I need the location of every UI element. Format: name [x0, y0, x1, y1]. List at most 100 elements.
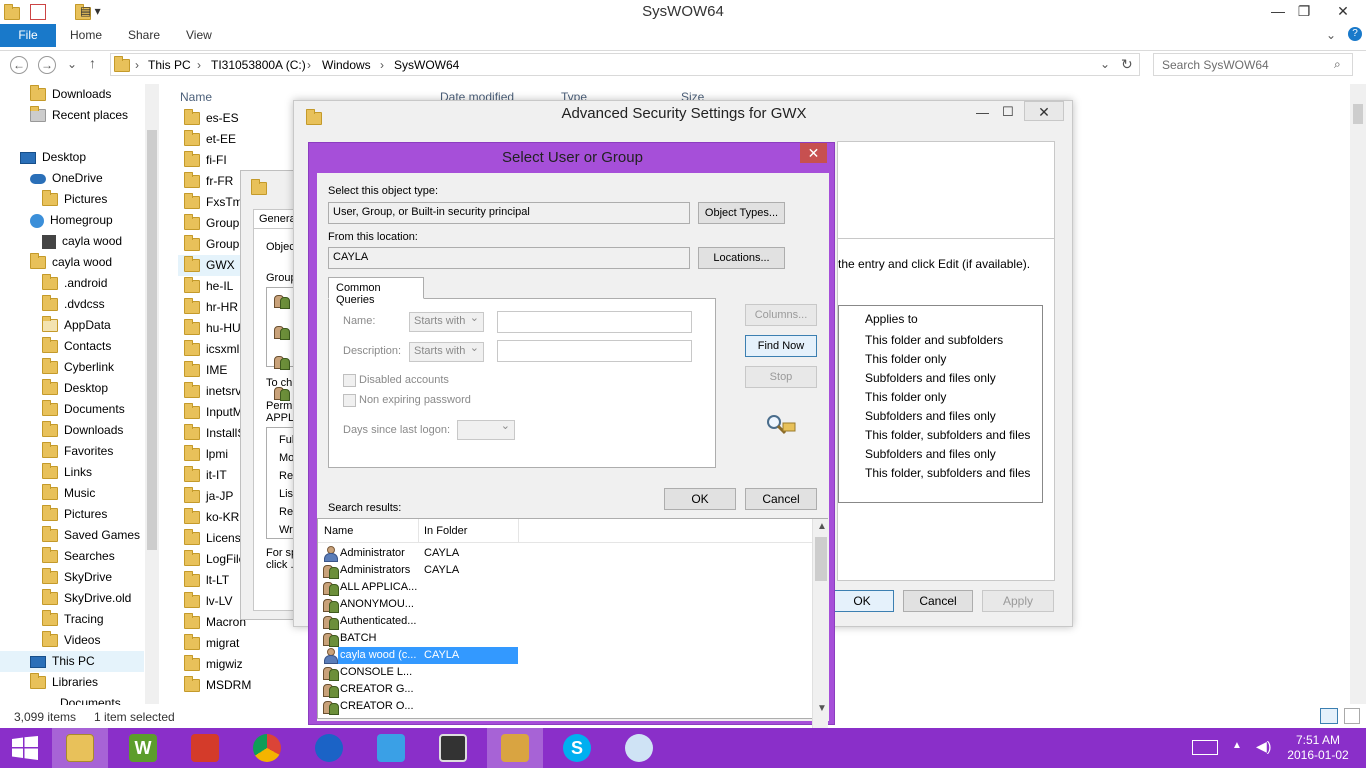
help-icon[interactable]: ?: [1348, 27, 1362, 41]
result-row[interactable]: ALL APPLICA...: [318, 579, 813, 596]
file-item[interactable]: fr-FR: [184, 171, 233, 192]
file-list-scrollbar[interactable]: [1350, 84, 1366, 704]
nav-item-cayla-wood-homegroup[interactable]: cayla wood: [0, 231, 144, 252]
result-row[interactable]: CONSOLE L...: [318, 664, 813, 681]
nav-item-favorites[interactable]: Favorites: [0, 441, 144, 462]
details-view-icon[interactable]: [1320, 708, 1338, 724]
nav-item-pictures[interactable]: Pictures: [0, 189, 144, 210]
nav-item-downloads[interactable]: Downloads: [0, 84, 144, 105]
file-item[interactable]: InputM: [184, 402, 243, 423]
start-button[interactable]: [0, 728, 56, 768]
nav-scrollbar[interactable]: [145, 84, 159, 704]
nav-item-this-pc[interactable]: This PC: [0, 651, 144, 672]
breadcrumb-this-pc[interactable]: This PC: [148, 58, 191, 72]
result-row[interactable]: Administrators CAYLA: [318, 562, 813, 579]
non-expiring-checkbox[interactable]: [343, 394, 356, 407]
nav-item-dvdcss[interactable]: .dvdcss: [0, 294, 144, 315]
file-item[interactable]: he-IL: [184, 276, 233, 297]
file-item[interactable]: inetsrv: [184, 381, 241, 402]
file-item[interactable]: LogFile: [184, 549, 245, 570]
breadcrumb-windows[interactable]: Windows: [322, 58, 371, 72]
results-column-folder[interactable]: In Folder: [424, 525, 467, 537]
breadcrumb-syswow64[interactable]: SysWOW64: [394, 58, 459, 72]
file-item[interactable]: GroupP: [184, 213, 247, 234]
search-results-list[interactable]: Name In Folder Administrator CAYLA Admini…: [317, 518, 828, 748]
taskbar-file-explorer[interactable]: [52, 728, 108, 768]
scroll-down-icon[interactable]: ▼: [817, 703, 827, 714]
file-item[interactable]: InstallS: [184, 423, 245, 444]
nav-item-appdata[interactable]: AppData: [0, 315, 144, 336]
scroll-up-icon[interactable]: ▲: [817, 521, 827, 532]
nav-item-downloads-2[interactable]: Downloads: [0, 420, 144, 441]
nav-item-skydrive[interactable]: SkyDrive: [0, 567, 144, 588]
file-item[interactable]: License: [184, 528, 247, 549]
nav-item-cayla-wood[interactable]: cayla wood: [0, 252, 144, 273]
file-item[interactable]: es-ES: [184, 108, 239, 129]
scrollbar-thumb[interactable]: [815, 537, 827, 581]
search-input[interactable]: Search SysWOW64: [1153, 53, 1353, 76]
show-hidden-icons-icon[interactable]: ▲: [1232, 740, 1242, 751]
close-button[interactable]: ✕: [800, 143, 827, 163]
keyboard-icon[interactable]: [1192, 740, 1218, 755]
file-item[interactable]: lpmi: [184, 444, 228, 465]
nav-item-desktop[interactable]: Desktop: [0, 147, 144, 168]
days-since-logon-dropdown[interactable]: [457, 419, 515, 440]
maximize-button[interactable]: ☐: [1002, 104, 1014, 120]
close-button[interactable]: ✕: [1320, 0, 1366, 22]
file-item[interactable]: hr-HR: [184, 297, 238, 318]
description-filter-dropdown[interactable]: Starts with: [409, 341, 484, 362]
file-item[interactable]: migwiz: [184, 654, 243, 675]
nav-item-searches[interactable]: Searches: [0, 546, 144, 567]
file-item[interactable]: it-IT: [184, 465, 227, 486]
taskbar-film-app[interactable]: [425, 728, 481, 768]
tab-share[interactable]: Share: [128, 24, 160, 47]
taskbar-clock[interactable]: 7:51 AM 2016-01-02: [1280, 733, 1356, 763]
result-row[interactable]: CREATOR G...: [318, 681, 813, 698]
find-now-button[interactable]: Find Now: [745, 335, 817, 357]
nav-item-saved-games[interactable]: Saved Games: [0, 525, 144, 546]
close-button[interactable]: ✕: [1024, 101, 1064, 121]
cancel-button[interactable]: Cancel: [745, 488, 817, 510]
maximize-button[interactable]: ❐: [1288, 0, 1320, 22]
applies-to-header[interactable]: Applies to: [865, 312, 918, 326]
file-item[interactable]: ko-KR: [184, 507, 239, 528]
nav-item-documents[interactable]: Documents: [0, 399, 144, 420]
recent-locations-icon[interactable]: ⌄: [67, 57, 77, 71]
taskbar-paint[interactable]: [611, 728, 667, 768]
file-item[interactable]: MSDRM: [184, 675, 251, 696]
breadcrumb-drive[interactable]: TI31053800A (C:): [211, 58, 306, 72]
nav-item-desktop-2[interactable]: Desktop: [0, 378, 144, 399]
ok-button[interactable]: OK: [664, 488, 736, 510]
ok-button[interactable]: OK: [830, 590, 894, 612]
result-row[interactable]: Authenticated...: [318, 613, 813, 630]
description-input[interactable]: [497, 340, 692, 362]
up-icon[interactable]: ↑: [89, 55, 96, 71]
file-item[interactable]: migrat: [184, 633, 239, 654]
minimize-button[interactable]: —: [976, 105, 989, 120]
volume-icon[interactable]: ◀): [1256, 738, 1271, 755]
nav-item-onedrive[interactable]: OneDrive: [0, 168, 144, 189]
tab-home[interactable]: Home: [70, 24, 102, 47]
nav-item-cyberlink[interactable]: Cyberlink: [0, 357, 144, 378]
result-row[interactable]: ANONYMOU...: [318, 596, 813, 613]
results-column-name[interactable]: Name: [324, 525, 353, 537]
object-types-button[interactable]: Object Types...: [698, 202, 785, 224]
nav-item-documents-lib[interactable]: Documents: [0, 693, 144, 705]
nav-item-homegroup[interactable]: Homegroup: [0, 210, 144, 231]
taskbar-wonderfox[interactable]: W: [115, 728, 171, 768]
chevron-down-icon[interactable]: ⌄: [1100, 57, 1110, 71]
nav-item-android[interactable]: .android: [0, 273, 144, 294]
nav-item-pictures-2[interactable]: Pictures: [0, 504, 144, 525]
nav-item-links[interactable]: Links: [0, 462, 144, 483]
nav-item-contacts[interactable]: Contacts: [0, 336, 144, 357]
result-row[interactable]: BATCH: [318, 630, 813, 647]
stop-button[interactable]: Stop: [745, 366, 817, 388]
refresh-icon[interactable]: ↻: [1121, 56, 1133, 73]
tab-view[interactable]: View: [186, 24, 212, 47]
nav-item-recent-places[interactable]: Recent places: [0, 105, 144, 126]
file-item[interactable]: lt-LT: [184, 570, 229, 591]
cancel-button[interactable]: Cancel: [903, 590, 973, 612]
file-item[interactable]: fi-FI: [184, 150, 227, 171]
result-row[interactable]: CREATOR O...: [318, 698, 813, 715]
locations-button[interactable]: Locations...: [698, 247, 785, 269]
